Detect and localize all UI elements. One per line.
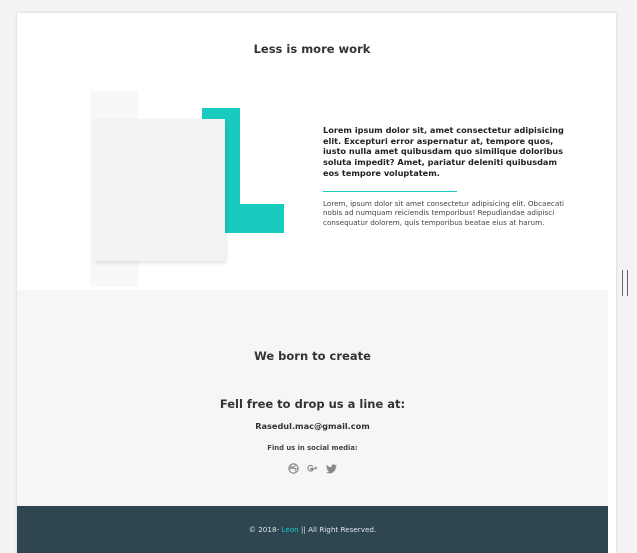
footer-copyright: © 2018- Leon || All Right Reserved. bbox=[17, 525, 608, 534]
dribbble-icon[interactable] bbox=[288, 463, 299, 474]
about-divider bbox=[323, 191, 457, 192]
twitter-icon[interactable] bbox=[326, 463, 337, 474]
social-label: Find us in social media: bbox=[267, 444, 358, 452]
footer-prefix: © 2018- bbox=[248, 525, 280, 534]
about-image bbox=[94, 119, 225, 261]
google-plus-icon[interactable] bbox=[307, 463, 318, 474]
page-card: Less is more work Lorem ipsum dolor sit,… bbox=[17, 13, 616, 553]
contact-email-link[interactable]: Rasedul.mac@gmail.com bbox=[17, 421, 608, 431]
contact-section: We born to create Fell free to drop us a… bbox=[17, 290, 608, 506]
footer: © 2018- Leon || All Right Reserved. bbox=[17, 506, 608, 553]
about-body-text: Lorem, ipsum dolor sit amet consectetur … bbox=[323, 199, 565, 227]
about-lead-text: Lorem ipsum dolor sit, amet consectetur … bbox=[323, 125, 564, 178]
footer-suffix: || All Right Reserved. bbox=[300, 525, 377, 534]
scroll-handle[interactable] bbox=[622, 270, 628, 296]
contact-heading: Fell free to drop us a line at: bbox=[219, 397, 406, 411]
contact-tagline: We born to create bbox=[254, 349, 371, 363]
social-icons bbox=[17, 463, 608, 474]
about-title: Less is more work bbox=[253, 42, 371, 56]
footer-author-link[interactable]: Leon bbox=[281, 525, 298, 534]
